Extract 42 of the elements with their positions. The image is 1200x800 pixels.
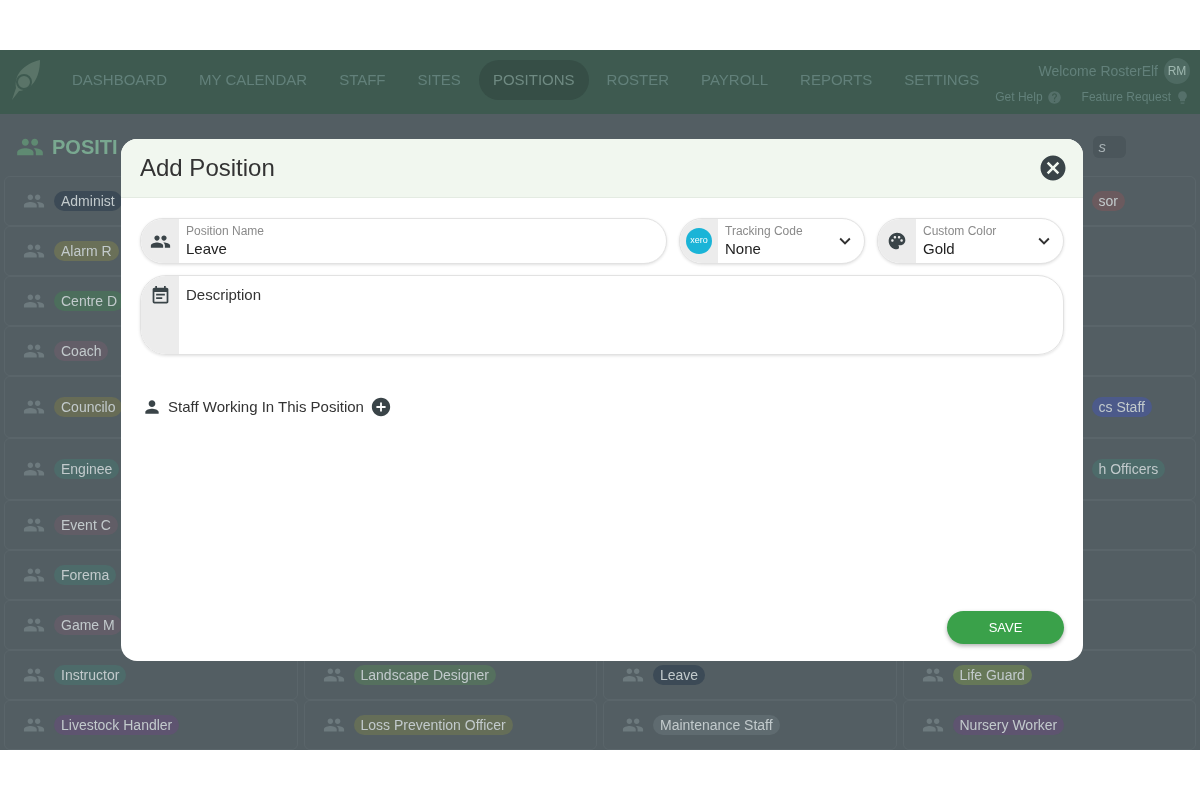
staff-label: Staff Working In This Position [168,397,364,417]
position-tag[interactable]: Forema [54,565,117,585]
palette-icon [887,231,907,251]
position-tag[interactable]: Councilo [54,397,123,417]
position-tag[interactable]: Landscape Designer [353,665,496,685]
field-label: Position Name [186,224,266,239]
field-value: Gold [923,239,956,258]
description-field[interactable]: Description [140,275,1064,355]
add-icon[interactable] [369,396,392,419]
page-title: POSITI [52,135,118,160]
help-icon [1046,89,1062,105]
xero-logo: xero [686,228,712,254]
nav-tab[interactable]: POSITIONS [478,60,589,100]
position-tag[interactable]: h Officers [1091,459,1166,479]
position-tag[interactable]: Event C [54,515,118,535]
position-tag[interactable]: Leave [653,665,706,685]
dialog-title: Add Position [140,153,275,183]
save-button[interactable]: SAVE [947,611,1064,644]
select-field[interactable]: Position Name Leave [140,218,667,264]
field-label: Tracking Code [725,224,804,239]
position-tag[interactable]: Game M [54,615,122,635]
field-value: None [725,239,762,258]
position-tag[interactable]: Instructor [54,665,127,685]
position-tag[interactable]: Livestock Handler [54,715,180,735]
select-field[interactable]: Custom Color Gold [877,218,1064,264]
close-icon[interactable] [1038,153,1068,183]
field-value: Leave [186,239,228,258]
position-tag[interactable]: cs Staff [1091,397,1152,417]
search-field[interactable]: s [1092,135,1126,159]
position-tag[interactable]: Life Guard [952,665,1032,685]
position-tag[interactable]: sor [1091,191,1125,211]
position-tag[interactable]: Loss Prevention Officer [353,715,513,735]
position-tag[interactable]: Nursery Worker [952,715,1065,735]
position-tag[interactable]: Administ [54,191,122,211]
field-label: Custom Color [923,224,998,239]
select-field[interactable]: xero Tracking Code None [679,218,865,264]
avatar[interactable]: RM [1164,58,1190,84]
position-tag[interactable]: Enginee [54,459,120,479]
lightbulb-icon [1175,89,1190,105]
position-tag[interactable]: Maintenance Staff [653,715,780,735]
position-tag[interactable]: Alarm R [54,241,119,261]
position-tag[interactable]: Coach [54,341,109,361]
